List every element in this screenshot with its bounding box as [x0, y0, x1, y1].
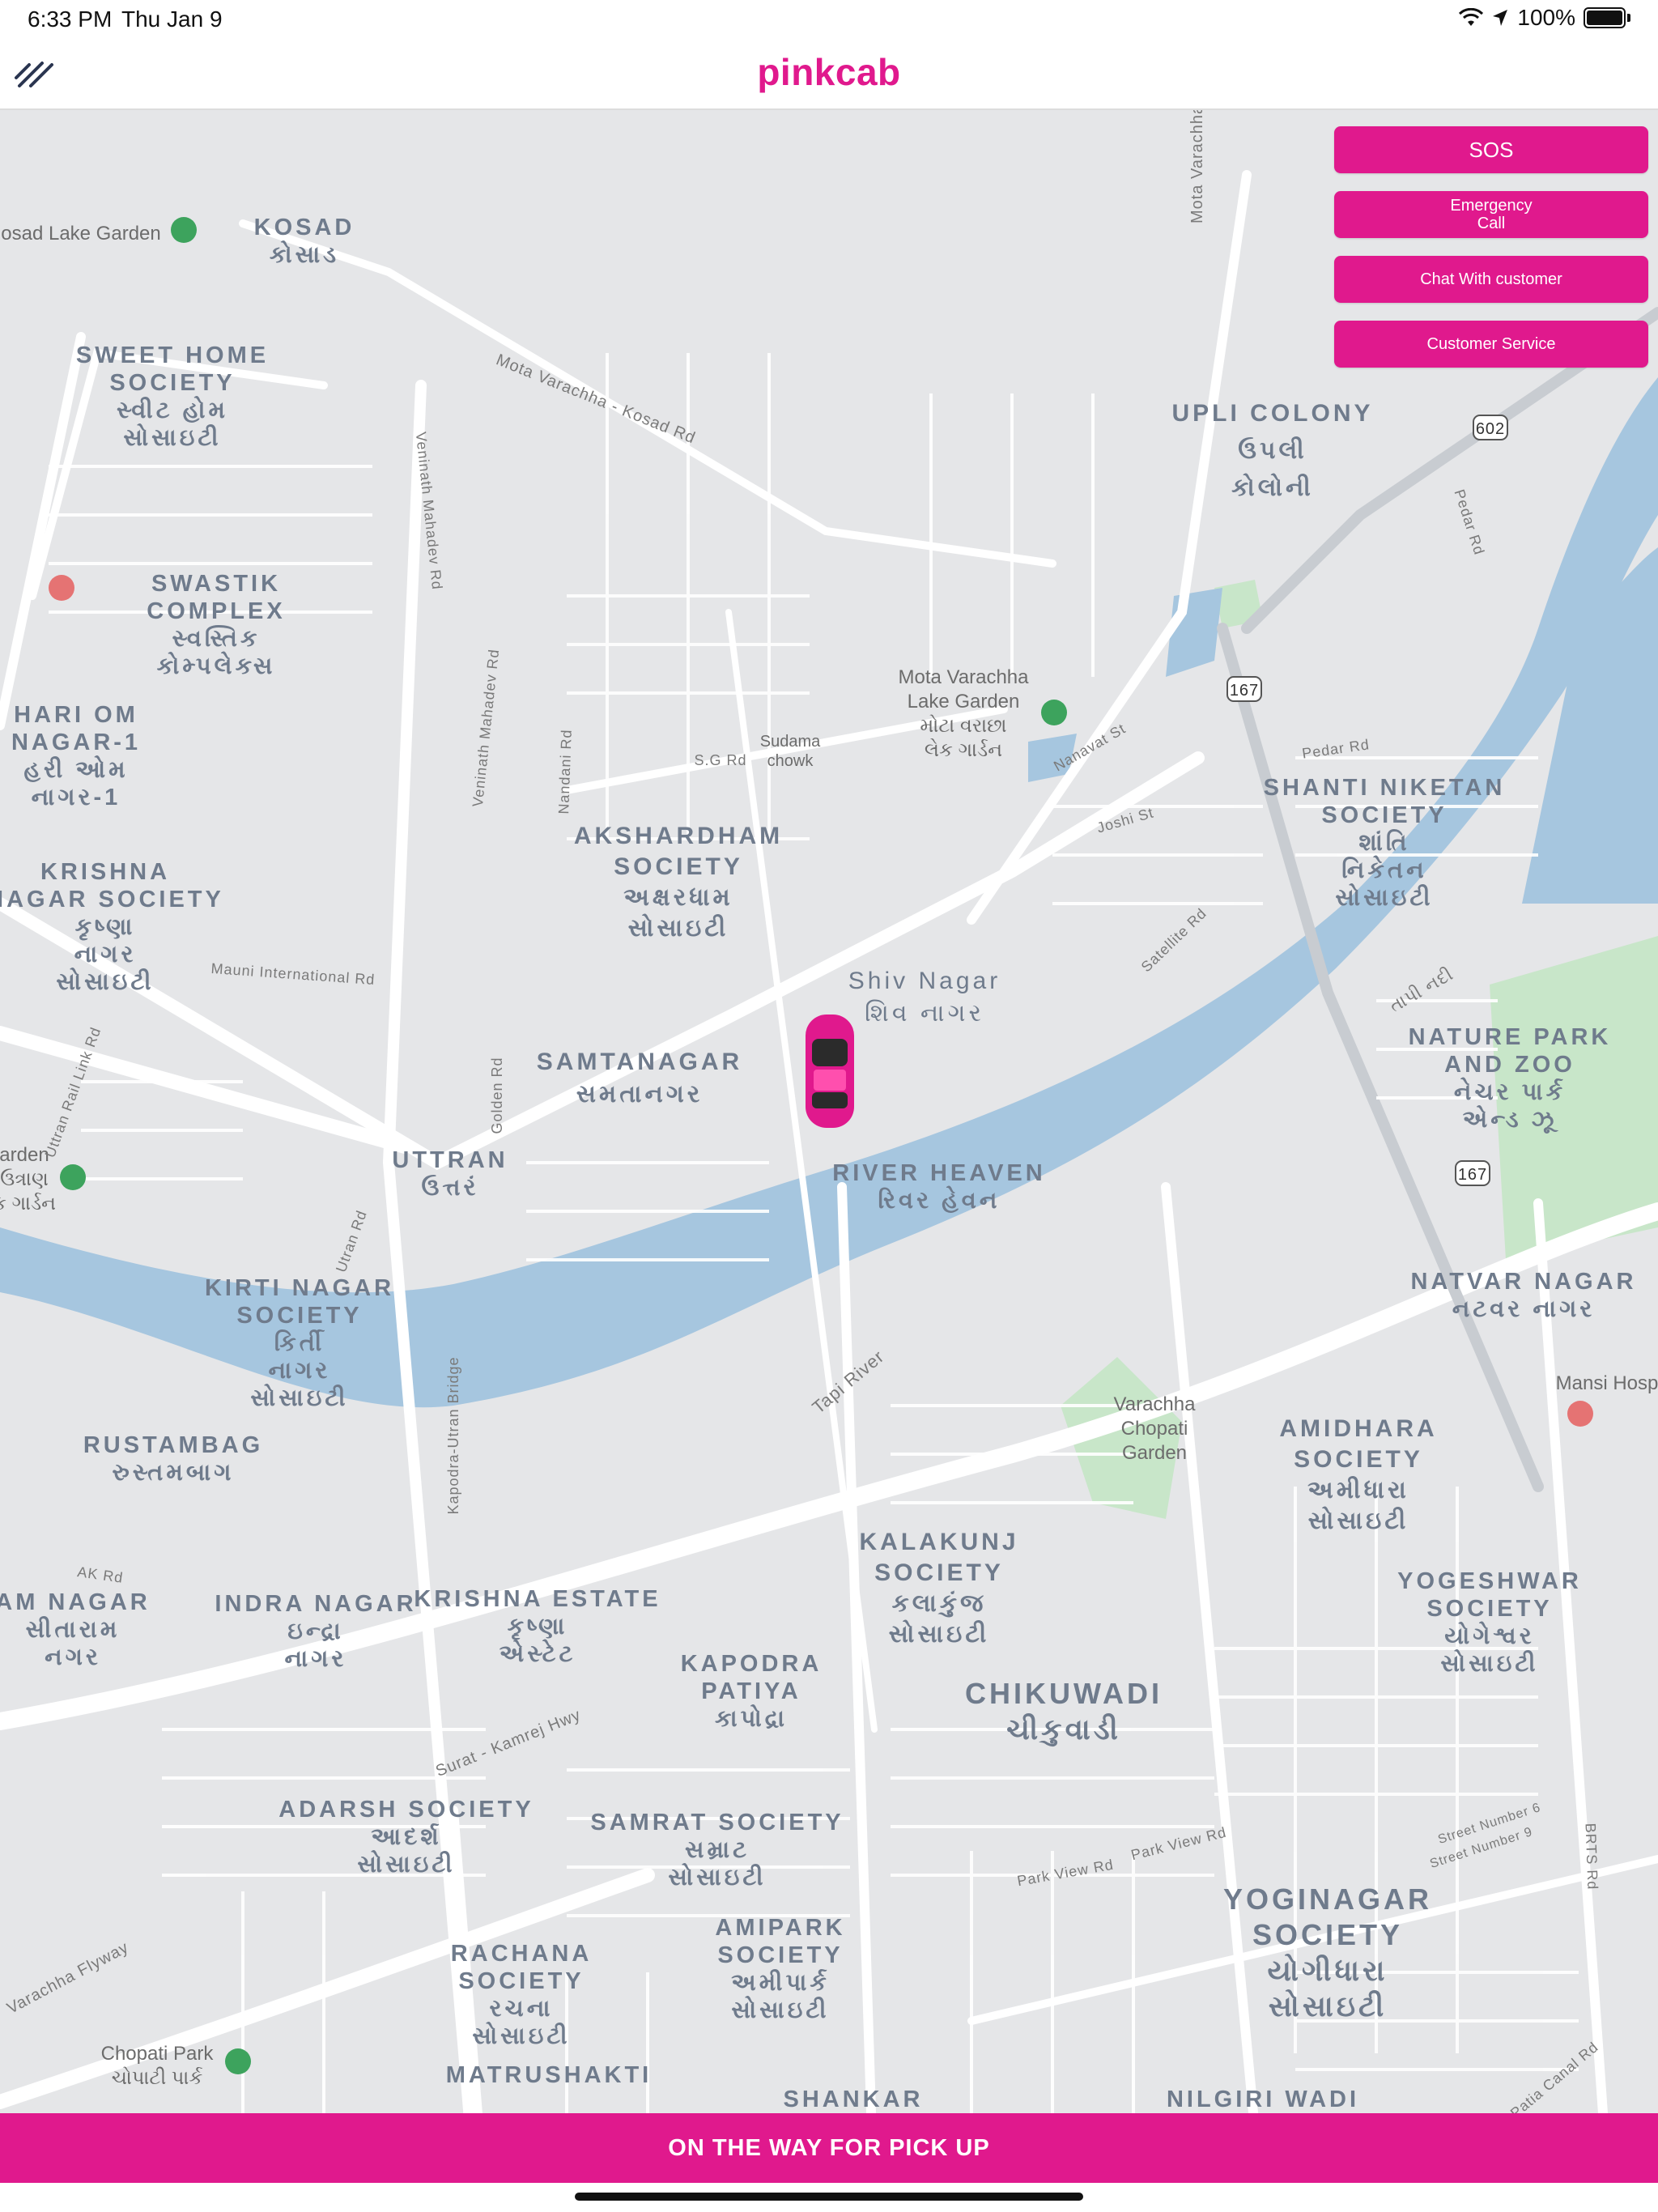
map-view[interactable]: 602 167 167 KOSAD કોસાડ SWEET HOME SOCIETY…	[0, 110, 1658, 2113]
area-label: RUSTAMBAG રુસ્તમબાગ	[83, 1432, 264, 1486]
area-label: KALAKUNJ SOCIETY કલાકુંજ સોસાઇટી	[859, 1529, 1019, 1648]
road-label: Golden Rd	[489, 1057, 505, 1134]
poi-label: Varachha Chopati Garden	[1113, 1393, 1196, 1464]
road-label: Kapodra-Utran Bridge	[445, 1356, 461, 1515]
area-label: INDRA NAGAR ઇન્દ્રા નાગર	[215, 1591, 417, 1672]
area-label: SWEET HOME SOCIETY સ્વીટ હોમ સોસાઇટી	[75, 342, 270, 451]
area-label: AKSHARDHAM SOCIETY અક્ષરધામ સોસાઇટી	[573, 823, 784, 942]
highway-shield-167: 167	[1229, 682, 1260, 700]
area-label: NILGIRI WADI	[1166, 2087, 1360, 2112]
area-label: HARI OM NAGAR-1 હરી ઓમ નાગર-1	[11, 702, 142, 810]
area-label: SHANTI NIKETAN SOCIETY શાંતિ નિકેતન સોસાઇટી	[1263, 775, 1506, 911]
area-label: YOGESHWAR SOCIETY યોગેશ્વર સોસાઇટી	[1397, 1568, 1582, 1677]
poi-label: Mota Varachha Lake Garden મોટા વરાછા લેક ગા…	[898, 666, 1029, 761]
area-label: KRISHNA NAGAR SOCIETY કૃષ્ણા નાગર સોસાઇટી	[0, 859, 224, 995]
area-label: ADARSH SOCIETY આદર્શ સોસાઇટી	[278, 1797, 534, 1878]
home-indicator	[575, 2193, 1083, 2201]
area-label: UTTRAN ઉત્તરં	[392, 1147, 508, 1201]
nav-bar: pinkcab	[0, 39, 1658, 110]
status-time: 6:33 PM	[28, 6, 113, 32]
highway-shield-602: 602	[1475, 420, 1506, 438]
area-label: KIRTI NAGAR SOCIETY કિર્તી નાગર સોસાઇટી	[204, 1275, 395, 1411]
area-label: RACHANA SOCIETY રચના સોસાઇટી	[450, 1941, 593, 2049]
road-label: Mota Varachha - Go	[1188, 110, 1206, 223]
sos-button[interactable]: SOS	[1334, 126, 1648, 173]
status-bar: 6:33 PM Thu Jan 9 100%	[0, 0, 1658, 39]
wifi-icon	[1459, 8, 1484, 26]
poi-label: Chopati Park ચોપાટી પાર્ક	[100, 2043, 214, 2089]
customer-service-button[interactable]: Customer Service	[1334, 321, 1648, 368]
area-label: YOGINAGAR SOCIETY યોગીધારા સોસાઇટી	[1222, 1882, 1433, 2023]
battery-tip	[1627, 14, 1630, 22]
emergency-call-label-1: Emergency	[1450, 197, 1533, 215]
poi-label: osad Lake Garden	[1, 223, 161, 245]
area-label: MATRUSHAKTI	[445, 2062, 653, 2088]
area-label: NATURE PARK AND ZOO નેચર પાર્ક એન્ડ ઝૂ	[1408, 1024, 1612, 1133]
location-arrow-icon	[1493, 10, 1508, 26]
area-label: AMIPARK SOCIETY અમીપાર્ક સોસાઇટી	[715, 1915, 846, 2023]
brand-logo: pinkcab	[757, 51, 901, 93]
area-label: NATVAR NAGAR નટવર નાગર	[1410, 1269, 1637, 1322]
emergency-call-label-2: Call	[1477, 215, 1506, 232]
road-label: BRTS Rd	[1582, 1823, 1601, 1891]
battery-icon	[1584, 7, 1626, 28]
area-label: Shiv Nagar શિવ નાગર	[848, 968, 1001, 1027]
poi-label: Sudama chowk	[759, 733, 821, 770]
road-label: Nandani Rd	[555, 729, 575, 815]
area-label: UPLI COLONY ઉપલી કોલોની	[1171, 400, 1374, 501]
area-label: AMIDHARA SOCIETY અમીધારા સોસાઇટી	[1279, 1415, 1438, 1534]
chat-with-customer-button[interactable]: Chat With customer	[1334, 256, 1648, 303]
status-date: Thu Jan 9	[121, 6, 223, 32]
area-label: KRISHNA ESTATE કૃષ્ણા એસ્ટેટ	[414, 1586, 661, 1667]
road-label: S.G Rd	[694, 752, 747, 768]
poi-label: Mansi Hosp	[1555, 1372, 1658, 1394]
area-label: SHANKAR	[783, 2087, 924, 2112]
area-label: RIVER HEAVEN રિવર હેવન	[832, 1160, 1046, 1214]
area-label: SAMTANAGAR સમતાનગર	[536, 1049, 743, 1108]
area-label: CHIKUWADI ચીકુવાડી	[965, 1677, 1163, 1746]
trip-status-bar[interactable]: ON THE WAY FOR PICK UP	[0, 2113, 1658, 2183]
battery-percent: 100%	[1517, 5, 1575, 30]
area-label: SWASTIK COMPLEX સ્વસ્તિક કોમ્પલેક્સ	[147, 571, 286, 679]
emergency-call-button[interactable]: Emergency Call	[1334, 191, 1648, 238]
highway-shield-167b: 167	[1457, 1166, 1488, 1184]
area-label: KAPODRA PATIYA કાપોદ્રા	[680, 1651, 823, 1732]
area-label: AM NAGAR સીતારામ નગર	[0, 1589, 151, 1670]
area-label: SAMRAT SOCIETY સમ્રાટ સોસાઇટી	[590, 1810, 844, 1891]
car-icon	[806, 1015, 854, 1128]
status-icons: 100%	[1459, 5, 1630, 31]
area-label: KOSAD કોસાડ	[253, 215, 355, 268]
